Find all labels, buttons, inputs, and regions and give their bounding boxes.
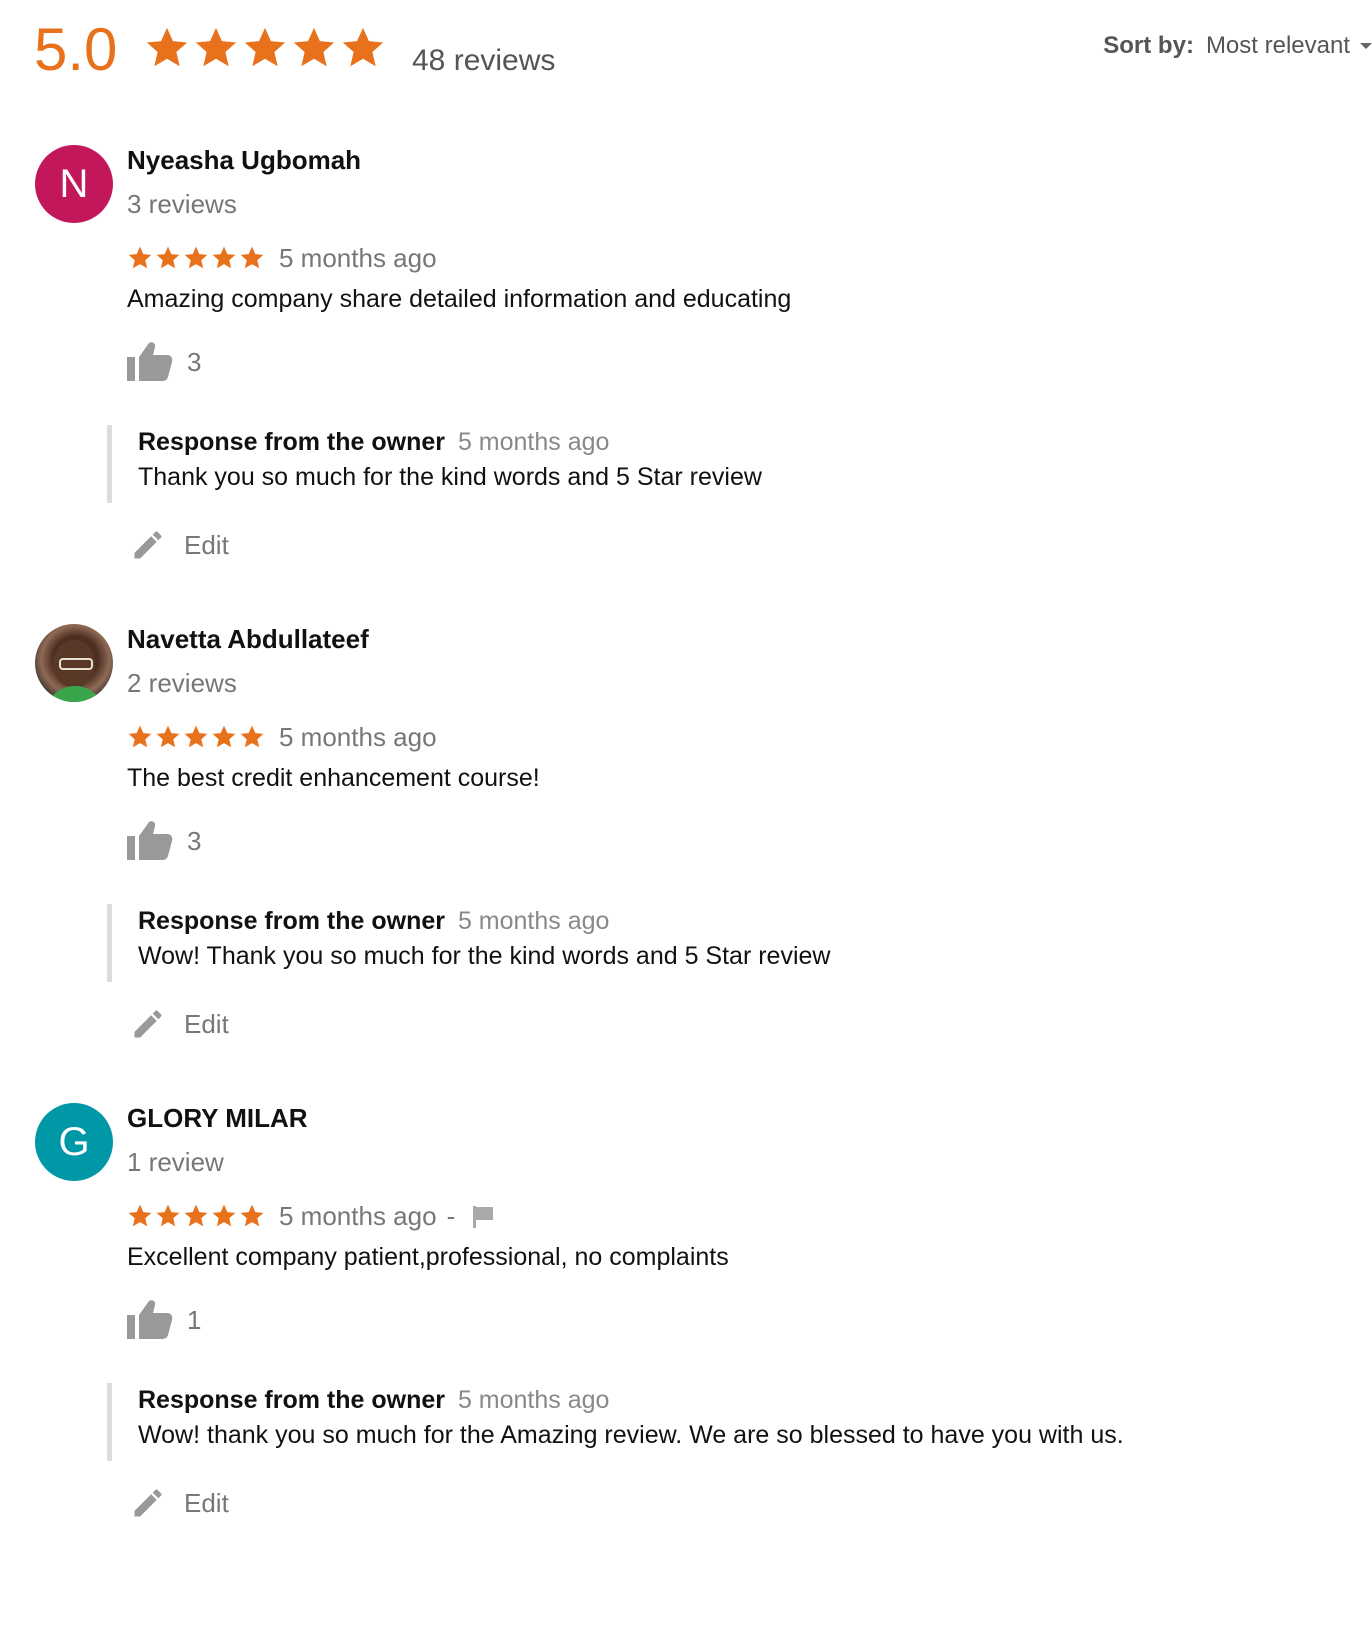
review-rating-row: 5 months ago — [127, 241, 437, 275]
review-text: Amazing company share detailed informati… — [127, 285, 792, 313]
separator: - — [446, 1200, 456, 1231]
owner-response-time: 5 months ago — [457, 1386, 610, 1414]
star-icon — [128, 1204, 152, 1227]
review-stars — [127, 1203, 265, 1229]
thumbs-up-icon[interactable] — [127, 1299, 173, 1341]
avatar-photo-shirt — [45, 686, 105, 702]
review-stars — [127, 245, 265, 271]
owner-response: Response from the owner 5 months ago Tha… — [107, 425, 762, 503]
thumbs-up-icon[interactable] — [127, 820, 173, 862]
pencil-icon[interactable] — [130, 527, 166, 563]
review-text: The best credit enhancement course! — [127, 764, 540, 792]
star-icon — [156, 1204, 180, 1227]
star-icon — [184, 725, 208, 748]
like-button[interactable]: 1 — [127, 1299, 201, 1341]
owner-response-header: Response from the owner 5 months ago — [138, 904, 830, 938]
like-count: 1 — [187, 1304, 202, 1335]
review-stars — [127, 724, 265, 750]
edit-response-button[interactable]: Edit — [130, 527, 229, 563]
owner-response-text: Thank you so much for the kind words and… — [138, 463, 762, 491]
owner-response-label: Response from the owner — [138, 1386, 445, 1414]
edit-response-button[interactable]: Edit — [130, 1485, 229, 1521]
star-icon — [184, 246, 208, 269]
star-icon — [212, 725, 236, 748]
star-icon — [342, 27, 384, 67]
star-icon — [128, 246, 152, 269]
like-count: 3 — [187, 825, 202, 856]
avatar[interactable] — [35, 624, 113, 702]
total-review-count: 48 reviews — [412, 44, 556, 77]
sort-value[interactable]: Most relevant — [1206, 32, 1350, 60]
edit-label[interactable]: Edit — [184, 1009, 229, 1040]
flag-icon[interactable] — [471, 1204, 495, 1228]
edit-label[interactable]: Edit — [184, 530, 229, 561]
like-count: 3 — [187, 346, 202, 377]
avatar[interactable]: G — [35, 1103, 113, 1181]
star-icon — [128, 725, 152, 748]
reviewer-review-count[interactable]: 1 review — [127, 1147, 224, 1178]
star-icon — [156, 246, 180, 269]
reviewer-review-count[interactable]: 3 reviews — [127, 189, 237, 220]
star-icon — [293, 27, 335, 67]
review-rating-row: 5 months ago - — [127, 1199, 495, 1233]
reviewer-name[interactable]: GLORY MILAR — [127, 1103, 308, 1134]
owner-response-label: Response from the owner — [138, 907, 445, 935]
pencil-icon[interactable] — [130, 1006, 166, 1042]
reviewer-review-count[interactable]: 2 reviews — [127, 668, 237, 699]
star-icon — [240, 725, 264, 748]
owner-response-label: Response from the owner — [138, 428, 445, 456]
star-icon — [156, 725, 180, 748]
reviewer-name[interactable]: Nyeasha Ugbomah — [127, 145, 361, 176]
avatar-photo-glasses — [59, 658, 93, 670]
star-icon — [240, 1204, 264, 1227]
review-rating-row: 5 months ago — [127, 720, 437, 754]
star-icon — [212, 246, 236, 269]
owner-response-header: Response from the owner 5 months ago — [138, 425, 762, 459]
chevron-down-icon[interactable] — [1360, 43, 1372, 49]
review-text: Excellent company patient,professional, … — [127, 1243, 729, 1271]
owner-response: Response from the owner 5 months ago Wow… — [107, 904, 830, 982]
review-time: 5 months ago — [279, 242, 437, 273]
owner-response-text: Wow! Thank you so much for the kind word… — [138, 942, 831, 970]
average-rating-stars — [144, 25, 386, 75]
star-icon — [146, 27, 188, 67]
owner-response-text: Wow! thank you so much for the Amazing r… — [138, 1421, 1124, 1449]
edit-label[interactable]: Edit — [184, 1488, 229, 1519]
average-rating-score: 5.0 — [34, 16, 118, 83]
like-button[interactable]: 3 — [127, 820, 201, 862]
star-icon — [240, 246, 264, 269]
star-icon — [244, 27, 286, 67]
like-button[interactable]: 3 — [127, 341, 201, 383]
owner-response-time: 5 months ago — [457, 907, 610, 935]
review-time: 5 months ago — [279, 1200, 437, 1231]
reviewer-name[interactable]: Navetta Abdullateef — [127, 624, 369, 655]
owner-response-header: Response from the owner 5 months ago — [138, 1383, 1124, 1417]
reviews-summary-header: 5.0 48 reviews Sort by: Most relevant — [0, 0, 1372, 100]
owner-response-time: 5 months ago — [457, 428, 610, 456]
pencil-icon[interactable] — [130, 1485, 166, 1521]
star-icon — [184, 1204, 208, 1227]
avatar[interactable]: N — [35, 145, 113, 223]
star-icon — [212, 1204, 236, 1227]
edit-response-button[interactable]: Edit — [130, 1006, 229, 1042]
star-icon — [195, 27, 237, 67]
review-time: 5 months ago — [279, 721, 437, 752]
sort-dropdown[interactable]: Sort by: Most relevant — [1103, 32, 1372, 60]
thumbs-up-icon[interactable] — [127, 341, 173, 383]
owner-response: Response from the owner 5 months ago Wow… — [107, 1383, 1124, 1461]
sort-label: Sort by: — [1103, 32, 1194, 59]
